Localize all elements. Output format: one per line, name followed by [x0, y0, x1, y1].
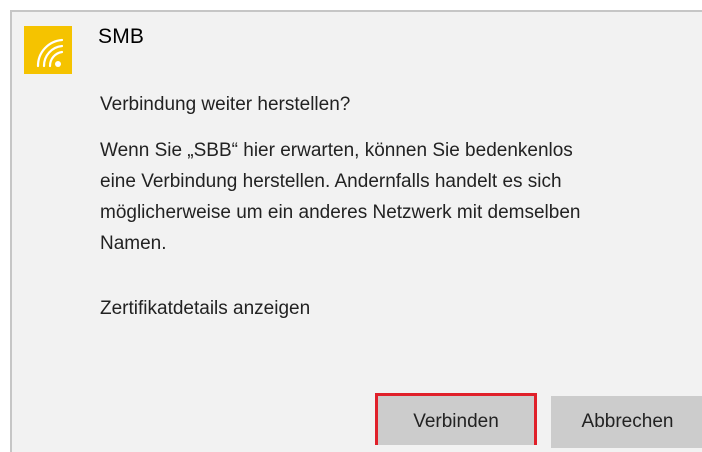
- dialog-question: Verbindung weiter herstellen?: [100, 94, 351, 115]
- dialog-body: Wenn Sie „SBB“ hier erwarten, können Sie…: [100, 135, 696, 259]
- body-line: eine Verbindung herstellen. Andernfalls …: [100, 171, 562, 192]
- wifi-connect-dialog: SMB Verbindung weiter herstellen? Wenn S…: [10, 10, 702, 452]
- body-line: Wenn Sie „SBB“ hier erwarten, können Sie…: [100, 140, 573, 161]
- connect-button[interactable]: Verbinden: [375, 393, 537, 445]
- body-line: Namen.: [100, 233, 167, 254]
- cancel-button[interactable]: Abbrechen: [551, 396, 702, 448]
- dialog-title: SMB: [98, 25, 145, 48]
- show-certificate-details-link[interactable]: Zertifikatdetails anzeigen: [100, 298, 310, 320]
- body-line: möglicherweise um ein anderes Netzwerk m…: [100, 202, 581, 223]
- wifi-icon: [24, 26, 72, 74]
